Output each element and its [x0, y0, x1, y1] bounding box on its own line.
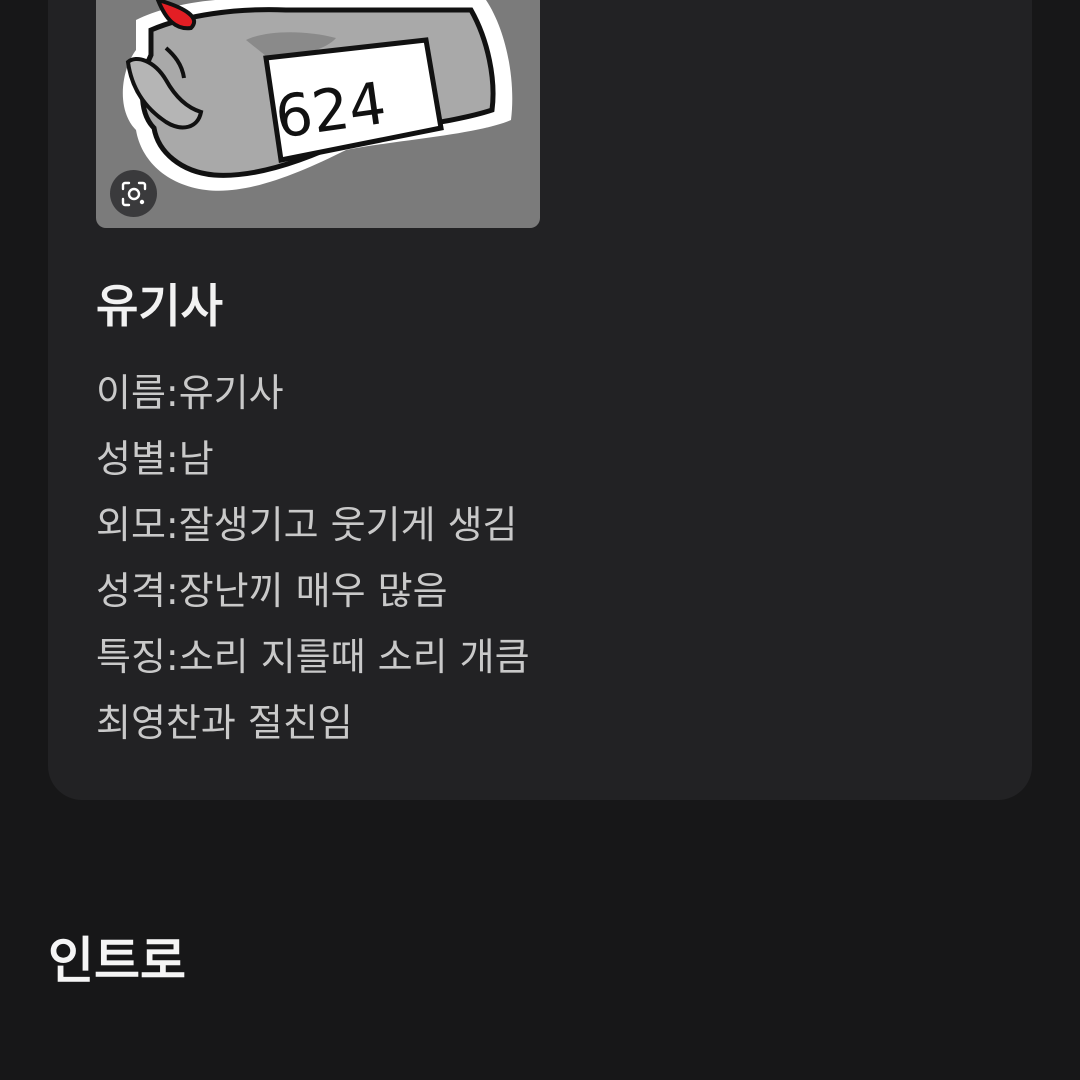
detail-line-appearance: 외모:잘생기고 웃기게 생김 — [96, 503, 518, 547]
visual-search-icon — [121, 181, 146, 206]
character-details: 이름:유기사 성별:남 외모:잘생기고 웃기게 생김 성격:장난끼 매우 많음 … — [96, 360, 530, 756]
detail-line-personality: 성격:장난끼 매우 많음 — [96, 569, 448, 613]
detail-line-friend: 최영찬과 절친임 — [96, 701, 353, 745]
character-name: 유기사 — [96, 279, 223, 333]
detail-line-name: 이름:유기사 — [96, 371, 284, 415]
character-illustration: 624 — [122, 0, 513, 191]
detail-line-traits: 특징:소리 지를때 소리 개큼 — [96, 635, 530, 679]
page: 624 유기사 이름:유기사 성별:남 외모:잘생기고 웃기게 생김 성격:장난… — [0, 0, 1080, 1080]
visual-search-button[interactable] — [110, 170, 157, 217]
intro-section-title: 인트로 — [48, 932, 186, 990]
character-image[interactable]: 624 — [96, 0, 540, 228]
detail-line-gender: 성별:남 — [96, 437, 214, 481]
